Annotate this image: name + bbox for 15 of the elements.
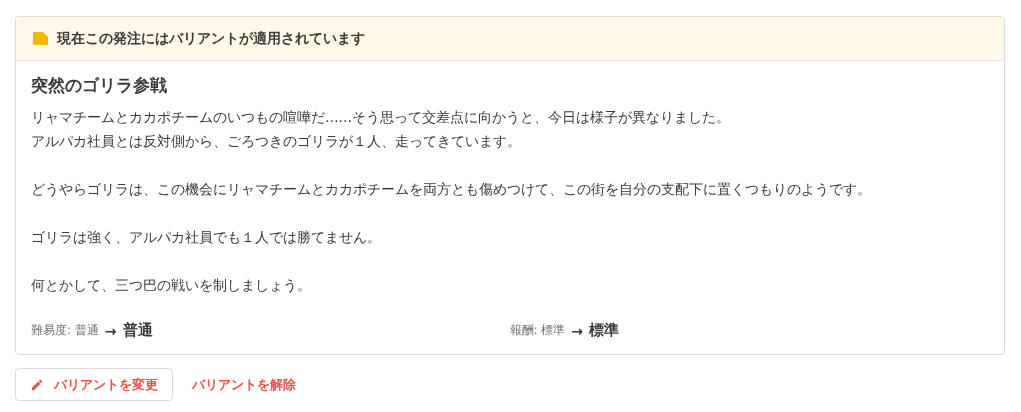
description-paragraph: ゴリラは強く、アルパカ社員でも１人では勝てません。	[31, 228, 382, 247]
notice-text: 現在この発注にはバリアントが適用されています	[57, 29, 365, 48]
change-value: 標準	[589, 321, 620, 340]
arrow-glyph: →	[571, 322, 584, 339]
note-icon	[32, 32, 48, 45]
variant-title: 突然のゴリラ参戦	[31, 75, 168, 97]
change-value: 普通	[122, 321, 153, 340]
arrow-glyph: →	[104, 322, 117, 339]
description-paragraph: リャマチームとカカポチームのいつもの喧嘩だ……そう思って交差点に向かうと、今日は様子が異なりました。 アルパカ社員とは反対側から、ごろつきのゴリラが１人、走ってきています。	[31, 108, 732, 151]
description-paragraph: 何とかして、三つ巴の戦いを制しましょう。	[31, 276, 312, 295]
change-label: 難易度: 普通	[31, 322, 99, 339]
change-label: 報酬: 標準	[509, 322, 566, 339]
change-variant-button[interactable]: バリアントを変更	[15, 368, 173, 401]
pencil-icon	[30, 377, 44, 392]
description-paragraph: どうやらゴリラは、この機会にリャマチームとカカポチームを両方とも傷めつけて、この街を自分の支配下に置くつもりのようです。	[31, 180, 872, 199]
